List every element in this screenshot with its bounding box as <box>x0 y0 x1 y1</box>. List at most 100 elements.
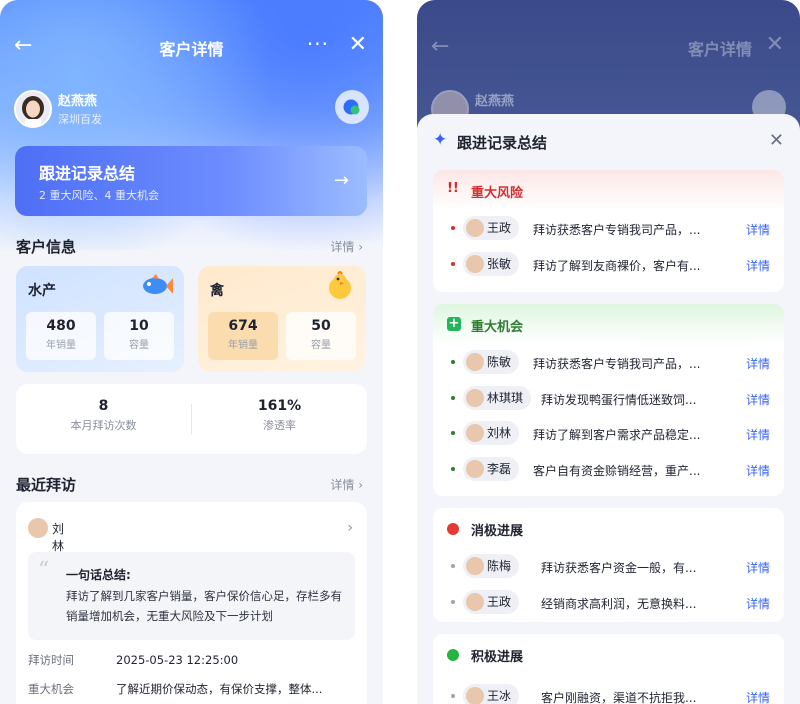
visit-totals-card: 8 本月拜访次数 161% 渗透率 <box>16 384 367 454</box>
detail-link[interactable]: 详情 <box>746 257 770 274</box>
customer-profile: 赵燕燕 深圳百发 <box>14 90 369 128</box>
dimmed-nav: ← 客户详情 ✕ <box>417 30 800 64</box>
arrow-right-icon: → <box>333 170 349 191</box>
avatar <box>466 592 484 611</box>
person-name: 张敏 <box>487 256 512 271</box>
person-name: 陈敏 <box>487 355 512 369</box>
person-chip: 陈梅 <box>463 554 520 578</box>
person-name: 陈梅 <box>487 559 512 573</box>
stat-label: 渗透率 <box>263 419 296 432</box>
avatar <box>466 353 484 371</box>
top-nav: ← 客户详情 ··· ✕ <box>0 30 383 64</box>
detail-link[interactable]: 详情 <box>746 462 770 479</box>
annual-sales-stat: 674 年销量 <box>208 312 278 360</box>
list-item[interactable]: 林琪琪 拜访发现鸭蛋行情低迷致饲... 详情 <box>433 380 784 416</box>
detail-link[interactable]: 详情 <box>746 355 770 372</box>
major-risk-group: !! 重大风险 王政 拜访获悉客户专销我司产品，... 详情 张敏 拜访了解到友… <box>433 170 784 292</box>
recent-visit-card[interactable]: 刘林 › “ 一句话总结: 拜访了解到几家客户销量，客户保价信心足，存栏多有销量… <box>16 502 367 704</box>
stat-label: 容量 <box>129 340 149 351</box>
item-text: 客户刚融资，渠道不抗拒我... <box>541 691 697 704</box>
category-card-poultry[interactable]: 禽 674 年销量 50 容量 <box>198 266 366 372</box>
warning-icon: !! <box>447 181 459 196</box>
group-header: 积极进展 <box>433 634 784 674</box>
group-title: 消极进展 <box>471 524 524 539</box>
avatar <box>28 518 48 538</box>
detail-link[interactable]: 详情 <box>746 426 770 443</box>
avatar <box>466 254 484 273</box>
person-chip: 林琪琪 <box>463 385 532 410</box>
negative-progress-group: 消极进展 陈梅 拜访获悉客户资金一般，有... 详情 王政 经销商求高利润，无意… <box>433 508 784 622</box>
avatar <box>466 424 484 442</box>
person-name: 李磊 <box>487 461 512 476</box>
person-chip: 刘林 <box>463 421 520 445</box>
follow-up-summary-card[interactable]: 跟进记录总结 2 重大风险、4 重大机会 → <box>15 146 367 216</box>
category-card-aquatic[interactable]: 水产 480 年销量 10 容量 <box>16 266 184 372</box>
stat-label: 本月拜访次数 <box>70 419 137 432</box>
detail-link[interactable]: 详情 <box>746 689 770 704</box>
stat-label: 年销量 <box>46 340 76 351</box>
sheet-header: ✦ 跟进记录总结 ✕ <box>433 130 784 154</box>
detail-link[interactable]: 详情 <box>746 221 770 238</box>
list-item[interactable]: 李磊 客户自有资金赊销经营，重产... 详情 <box>433 451 784 487</box>
more-icon[interactable]: ··· <box>307 32 329 56</box>
list-item[interactable]: 刘林 拜访了解到客户需求产品稳定... 详情 <box>433 415 784 451</box>
list-item[interactable]: 陈梅 拜访获悉客户资金一般，有... 详情 <box>433 548 784 584</box>
item-text: 拜访获悉客户专销我司产品，... <box>533 357 701 371</box>
field-value: 了解近期价保动态，有保价支撑，整体... <box>116 682 323 696</box>
list-item[interactable]: 王政 拜访获悉客户专销我司产品，... 详情 <box>433 210 784 246</box>
red-dot-icon <box>447 523 459 535</box>
chick-icon <box>324 270 356 308</box>
summary-body: 拜访了解到几家客户销量，客户保价信心足，存栏多有销量增加机会，无重大风险及下一步… <box>66 589 342 623</box>
list-item[interactable]: 王政 经销商求高利润，无意换料... 详情 <box>433 584 784 620</box>
detail-link[interactable]: 详情 <box>746 559 770 576</box>
green-dot-icon <box>447 649 459 661</box>
sheet-title: 跟进记录总结 <box>457 134 548 152</box>
stat-label: 年销量 <box>228 340 258 351</box>
stat-value: 480 <box>46 318 76 334</box>
close-icon[interactable]: ✕ <box>349 32 367 57</box>
summary-sheet-screen: ← 客户详情 ✕ 赵燕燕 ✦ 跟进记录总结 ✕ !! 重大风险 王政 拜访获悉客… <box>417 0 800 704</box>
customer-detail-screen: ← 客户详情 ··· ✕ 赵燕燕 深圳百发 跟进记录总结 2 重大风险、4 重大… <box>0 0 383 704</box>
bullet <box>451 466 455 471</box>
list-item[interactable]: 张敏 拜访了解到友商裸价，客户有... 详情 <box>433 246 784 282</box>
fish-icon <box>140 270 174 306</box>
item-text: 经销商求高利润，无意换料... <box>541 596 697 611</box>
page-title: 客户详情 <box>687 40 752 59</box>
person-chip: 张敏 <box>463 251 520 276</box>
one-line-summary: “ 一句话总结: 拜访了解到几家客户销量，客户保价信心足，存栏多有销量增加机会，… <box>28 552 355 640</box>
customer-info-more-link[interactable]: 详情 › <box>330 238 363 255</box>
group-title: 重大风险 <box>471 186 524 201</box>
item-text: 拜访获悉客户资金一般，有... <box>541 561 697 575</box>
stat-value: 50 <box>311 318 331 334</box>
person-name: 王政 <box>487 221 512 235</box>
customer-company: 深圳百发 <box>58 113 102 126</box>
major-opportunity-group: + 重大机会 陈敏 拜访获悉客户专销我司产品，... 详情 林琪琪 拜访发现鸭蛋… <box>433 304 784 496</box>
close-icon[interactable]: ✕ <box>769 130 784 151</box>
summary-title: 跟进记录总结 <box>39 164 136 183</box>
chevron-right-icon[interactable]: › <box>347 520 353 536</box>
list-item[interactable]: 王冰 客户刚融资，渠道不抗拒我... 详情 <box>433 678 784 704</box>
list-item[interactable]: 陈敏 拜访获悉客户专销我司产品，... 详情 <box>433 344 784 380</box>
item-text: 客户自有资金赊销经营，重产... <box>533 463 701 478</box>
recent-visits-more-link[interactable]: 详情 › <box>330 476 363 493</box>
summary-subtitle: 2 重大风险、4 重大机会 <box>39 189 159 202</box>
bullet <box>451 395 455 400</box>
detail-link[interactable]: 详情 <box>746 595 770 612</box>
visit-time-field: 拜访时间 2025-05-23 12:25:00 <box>28 652 238 668</box>
detail-link[interactable]: 详情 <box>746 391 770 408</box>
person-name: 林琪琪 <box>487 390 524 405</box>
chat-button[interactable] <box>335 90 369 124</box>
bullet <box>451 261 455 266</box>
visitor-name: 刘林 <box>52 522 65 553</box>
recent-visits-title: 最近拜访 <box>16 476 77 494</box>
summary-heading: 一句话总结: <box>66 568 131 582</box>
bullet <box>451 431 455 435</box>
customer-name: 赵燕燕 <box>475 94 515 109</box>
capacity-stat: 50 容量 <box>286 312 356 360</box>
bullet <box>451 564 455 568</box>
quote-icon: “ <box>38 558 50 583</box>
stat-value: 8 <box>98 398 109 414</box>
stat-label: 容量 <box>311 340 331 351</box>
group-title: 积极进展 <box>471 650 524 665</box>
category-name: 水产 <box>28 283 56 299</box>
